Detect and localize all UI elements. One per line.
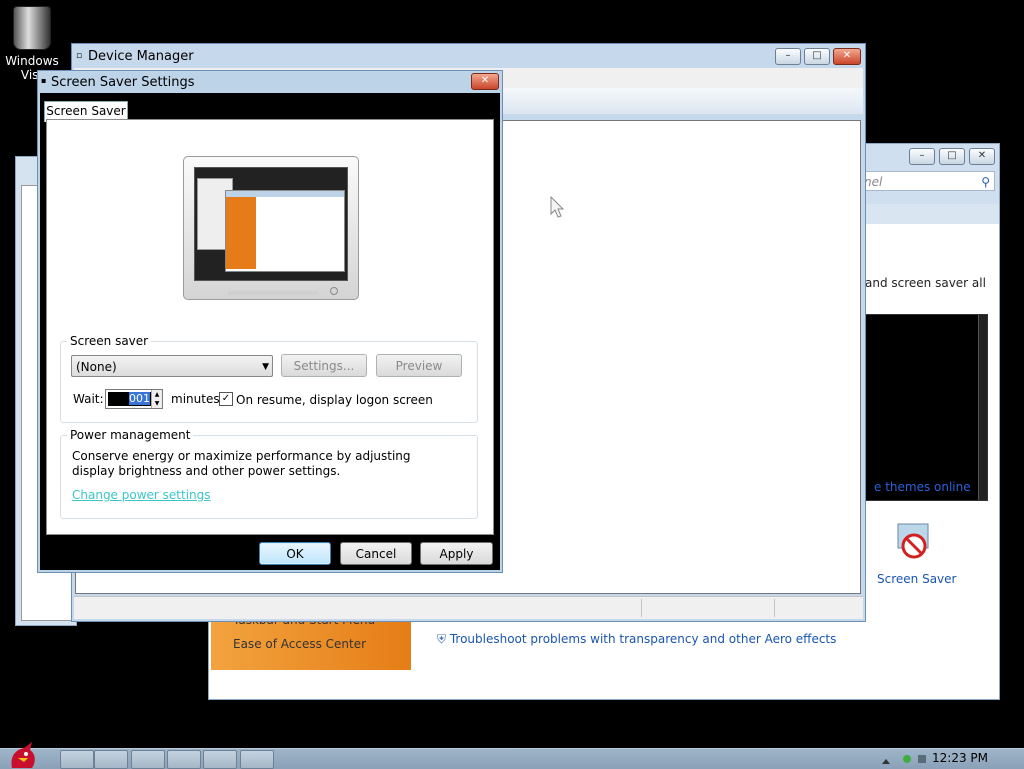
taskbar: 12:23 PM (0, 748, 1024, 769)
network-icon[interactable] (903, 755, 911, 763)
stepper-down-icon[interactable]: ▼ (151, 399, 162, 408)
status-bar (74, 596, 863, 619)
power-button-icon (330, 287, 338, 295)
preview-button[interactable]: Preview (376, 354, 462, 377)
minutes-label: minutes (171, 392, 220, 406)
wait-value[interactable]: 001 (108, 392, 152, 406)
taskbar-window-button[interactable] (240, 750, 274, 769)
resume-label[interactable]: On resume, display logon screen (236, 393, 433, 407)
resume-checkbox[interactable]: ✓ (219, 392, 233, 406)
dialog-icon: ▪ (41, 76, 47, 85)
screen-saver-select[interactable]: (None) ▼ (71, 355, 273, 377)
preview-window (225, 190, 345, 272)
wait-value-text: 001 (129, 392, 150, 405)
settings-button[interactable]: Settings... (281, 354, 367, 377)
ok-button[interactable]: OK (259, 542, 331, 565)
chevron-down-icon: ▼ (262, 362, 269, 372)
themes-online-link[interactable]: e themes online (874, 480, 971, 494)
preview-sidebar (226, 197, 256, 269)
maximize-button[interactable]: □ (804, 48, 830, 65)
troubleshoot-label: Troubleshoot problems with transparency … (449, 632, 837, 646)
clock[interactable]: 12:23 PM (932, 751, 988, 765)
cancel-button[interactable]: Cancel (340, 542, 412, 565)
close-button[interactable]: ✕ (833, 48, 861, 65)
stepper-up-icon[interactable]: ▲ (151, 390, 162, 399)
taskbar-window-button[interactable] (203, 750, 237, 769)
tray-arrow-icon[interactable] (882, 755, 890, 764)
sidebar-item-ease-of-access[interactable]: Ease of Access Center (233, 637, 366, 651)
monitor-slot (228, 291, 318, 295)
device-manager-icon: ▫ (76, 51, 83, 61)
personalization-description: and screen saver all (865, 276, 986, 290)
preview-monitor (183, 156, 359, 300)
screen-saver-settings-dialog[interactable]: ▪ Screen Saver Settings ✕ Screen Saver S… (37, 70, 503, 573)
preview-screen (194, 167, 348, 281)
see-also-sidebar: Taskbar and Start Menu Ease of Access Ce… (211, 613, 411, 670)
group-label: Power management (67, 428, 194, 442)
taskbar-window-button[interactable] (131, 750, 165, 769)
screen-saver-icon[interactable] (894, 522, 934, 562)
screen-saver-link[interactable]: Screen Saver (877, 572, 956, 586)
minimize-button[interactable]: – (909, 148, 935, 165)
taskbar-quick-launch[interactable] (94, 750, 128, 769)
troubleshoot-link[interactable]: ⛨ Troubleshoot problems with transparenc… (437, 632, 836, 647)
wait-stepper[interactable]: 001 ▲ ▼ (105, 389, 163, 409)
themes-list[interactable] (864, 314, 988, 501)
wait-label: Wait: (73, 392, 104, 406)
selected-value: (None) (76, 360, 117, 374)
search-placeholder: nel (864, 175, 883, 189)
window-title: Device Manager (88, 49, 194, 64)
status-divider (774, 599, 775, 617)
search-input[interactable]: nel ⚲ (859, 171, 995, 191)
volume-icon[interactable] (918, 755, 926, 763)
power-description: Conserve energy or maximize performance … (72, 449, 411, 478)
close-button[interactable]: ✕ (969, 148, 995, 165)
mouse-cursor-icon (550, 196, 565, 218)
change-power-settings-link[interactable]: Change power settings (72, 488, 211, 502)
apply-button[interactable]: Apply (420, 542, 493, 565)
dialog-title: Screen Saver Settings (51, 75, 195, 90)
taskbar-quick-launch[interactable] (60, 750, 94, 769)
scrollbar[interactable] (978, 315, 987, 500)
close-button[interactable]: ✕ (471, 73, 499, 90)
maximize-button[interactable]: □ (939, 148, 965, 165)
start-button-icon[interactable] (4, 740, 44, 768)
taskbar-window-button[interactable] (167, 750, 201, 769)
search-icon[interactable]: ⚲ (981, 172, 990, 192)
trash-icon (13, 6, 51, 50)
shield-icon: ⛨ (437, 632, 447, 646)
minimize-button[interactable]: – (775, 48, 801, 65)
status-divider (641, 599, 642, 617)
group-label: Screen saver (67, 334, 152, 348)
